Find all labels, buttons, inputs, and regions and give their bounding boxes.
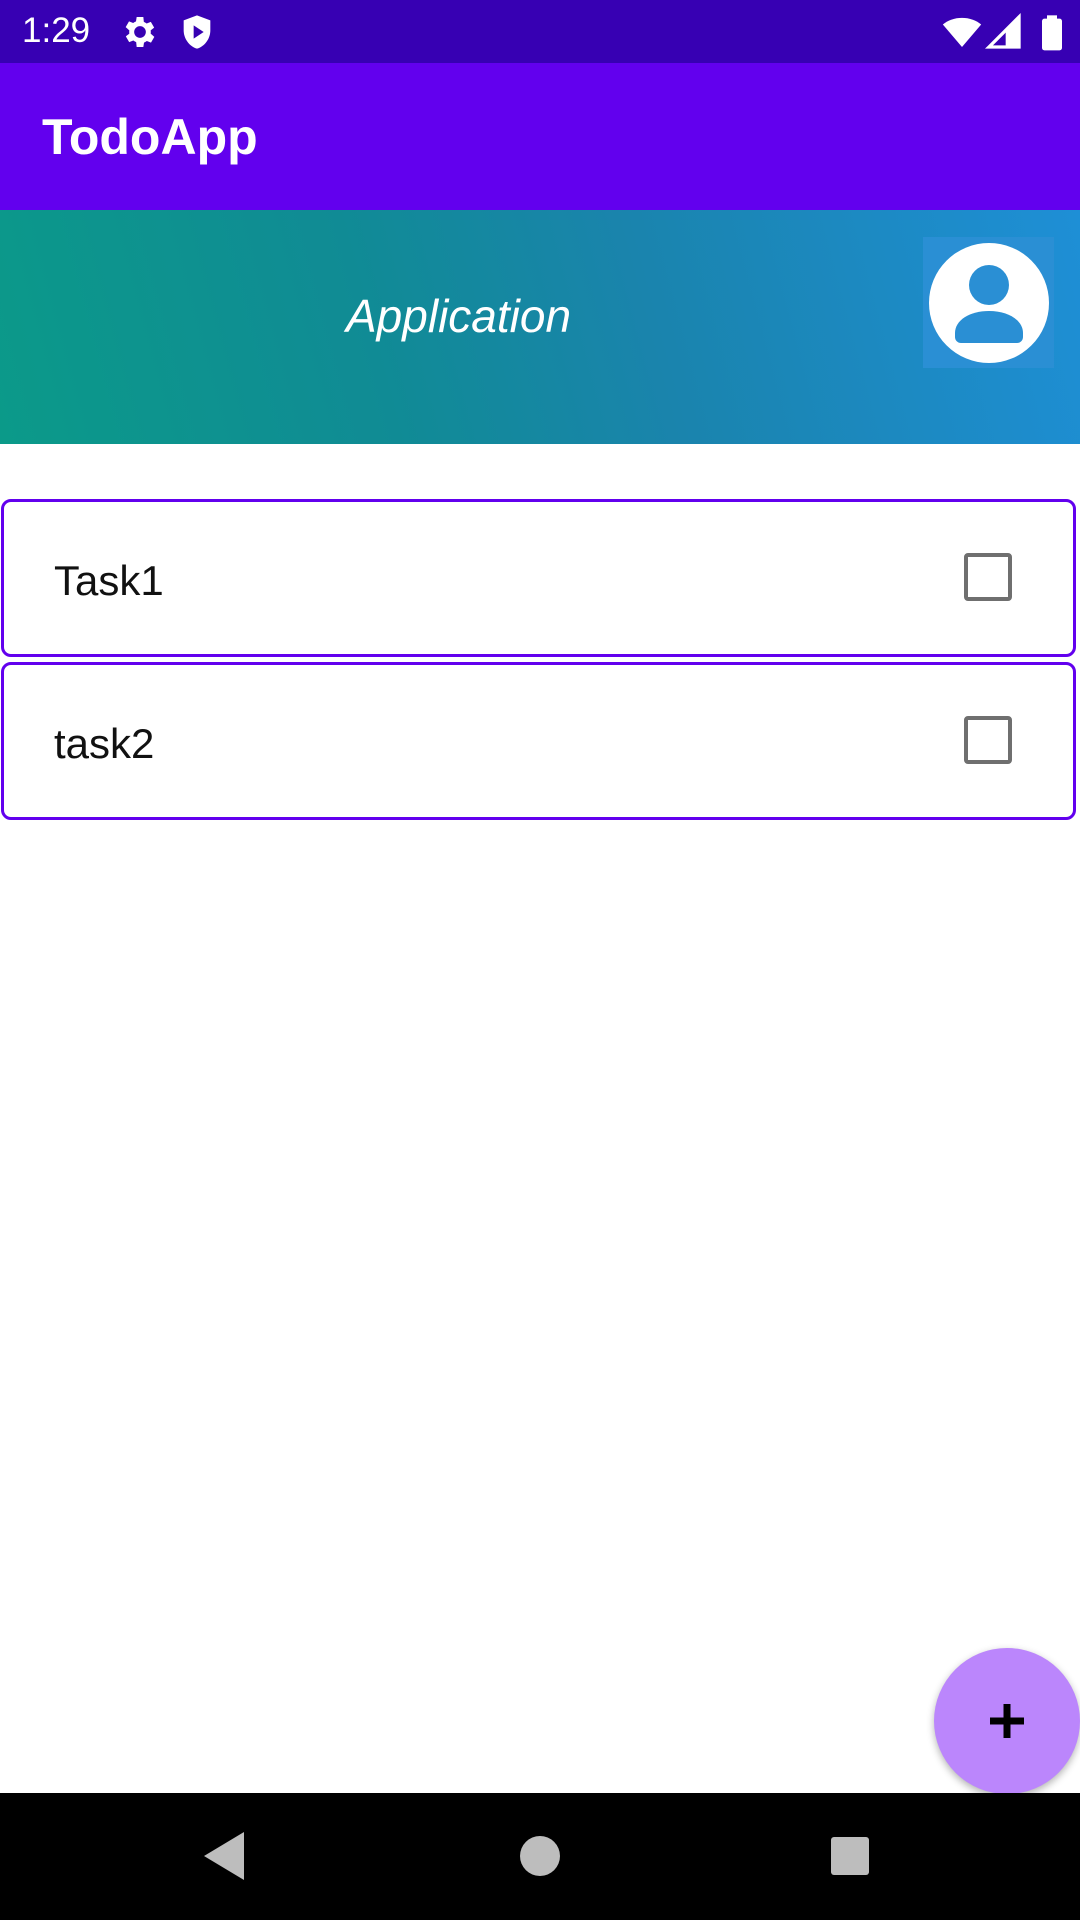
task-checkbox[interactable]	[964, 553, 1012, 601]
header-banner: Application	[0, 210, 1080, 444]
recents-icon[interactable]	[820, 1826, 880, 1886]
signal-icon	[984, 12, 1021, 49]
plus-icon	[990, 1704, 1024, 1738]
wifi-icon	[942, 17, 982, 47]
profile-button[interactable]	[923, 237, 1054, 368]
app-title: TodoApp	[42, 109, 258, 165]
account-circle-icon	[928, 242, 1049, 363]
back-icon[interactable]	[196, 1826, 256, 1886]
status-bar: 1:29	[0, 0, 1080, 63]
navigation-bar	[0, 1793, 1080, 1920]
task-label: Task1	[54, 557, 164, 604]
task-row[interactable]: task2	[1, 662, 1076, 820]
add-task-button[interactable]	[934, 1648, 1080, 1794]
home-icon[interactable]	[510, 1826, 570, 1886]
status-time: 1:29	[22, 11, 91, 50]
task-label: task2	[54, 720, 155, 767]
header-label: Application	[346, 290, 572, 342]
shield-icon	[183, 15, 211, 49]
battery-icon	[1042, 15, 1062, 51]
gear-icon	[125, 17, 155, 47]
task-checkbox[interactable]	[964, 716, 1012, 764]
task-row[interactable]: Task1	[1, 499, 1076, 657]
app-bar: TodoApp	[0, 63, 1080, 210]
